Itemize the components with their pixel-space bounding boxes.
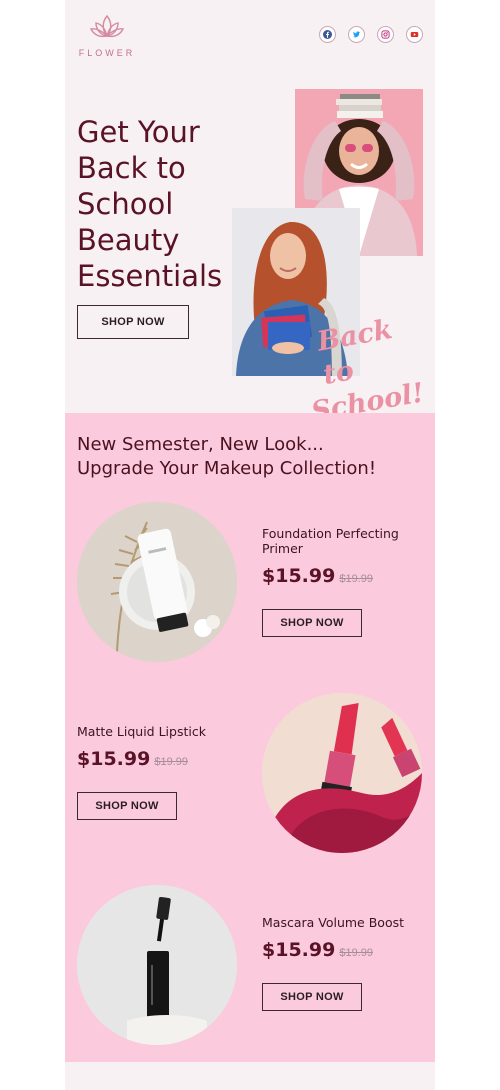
section-heading-line-2: Upgrade Your Makeup Collection! — [77, 458, 377, 479]
twitter-link[interactable] — [348, 26, 365, 43]
section-heading: New Semester, New Look... Upgrade Your M… — [77, 433, 417, 481]
primer-product-image — [77, 502, 237, 662]
back-to-school-script: Back to School! — [297, 308, 433, 429]
facebook-link[interactable] — [319, 26, 336, 43]
section-heading-line-1: New Semester, New Look... — [77, 434, 324, 455]
lipstick-product-image — [262, 693, 422, 853]
product-price: $15.99 — [262, 565, 336, 587]
email-container: FLOWER Get Your Back to School Beauty Es… — [65, 0, 435, 1090]
brand-name: FLOWER — [78, 48, 136, 58]
shop-now-button-primer[interactable]: SHOP NOW — [262, 609, 362, 637]
youtube-link[interactable] — [406, 26, 423, 43]
product-price: $15.99 — [77, 748, 151, 770]
twitter-icon — [352, 31, 361, 38]
footer-band — [65, 1062, 435, 1090]
instagram-link[interactable] — [377, 26, 394, 43]
mascara-product-image — [77, 885, 237, 1045]
youtube-icon — [410, 31, 419, 38]
hero-section: Get Your Back to School Beauty Essential… — [65, 80, 435, 428]
product-old-price: $19.99 — [154, 756, 188, 768]
hero-shop-now-button[interactable]: SHOP NOW — [77, 305, 189, 339]
social-links — [319, 26, 423, 43]
facebook-icon — [323, 30, 332, 39]
product-price: $15.99 — [262, 939, 336, 961]
product-old-price: $19.99 — [339, 573, 373, 585]
shop-now-button-mascara[interactable]: SHOP NOW — [262, 983, 362, 1011]
product-name-primer: Foundation Perfecting Primer — [262, 526, 399, 556]
lotus-icon — [89, 14, 125, 38]
products-section: New Semester, New Look... Upgrade Your M… — [65, 413, 435, 1062]
price-row-mascara: $15.99 $19.99 — [262, 939, 373, 961]
instagram-icon — [381, 30, 390, 39]
product-name-mascara: Mascara Volume Boost — [262, 915, 405, 930]
product-old-price: $19.99 — [339, 947, 373, 959]
price-row-primer: $15.99 $19.99 — [262, 565, 373, 587]
price-row-lipstick: $15.99 $19.99 — [77, 748, 188, 770]
brand-logo[interactable]: FLOWER — [77, 12, 137, 58]
shop-now-button-lipstick[interactable]: SHOP NOW — [77, 792, 177, 820]
hero-title: Get Your Back to School Beauty Essential… — [77, 115, 223, 293]
product-name-lipstick: Matte Liquid Lipstick — [77, 724, 206, 739]
